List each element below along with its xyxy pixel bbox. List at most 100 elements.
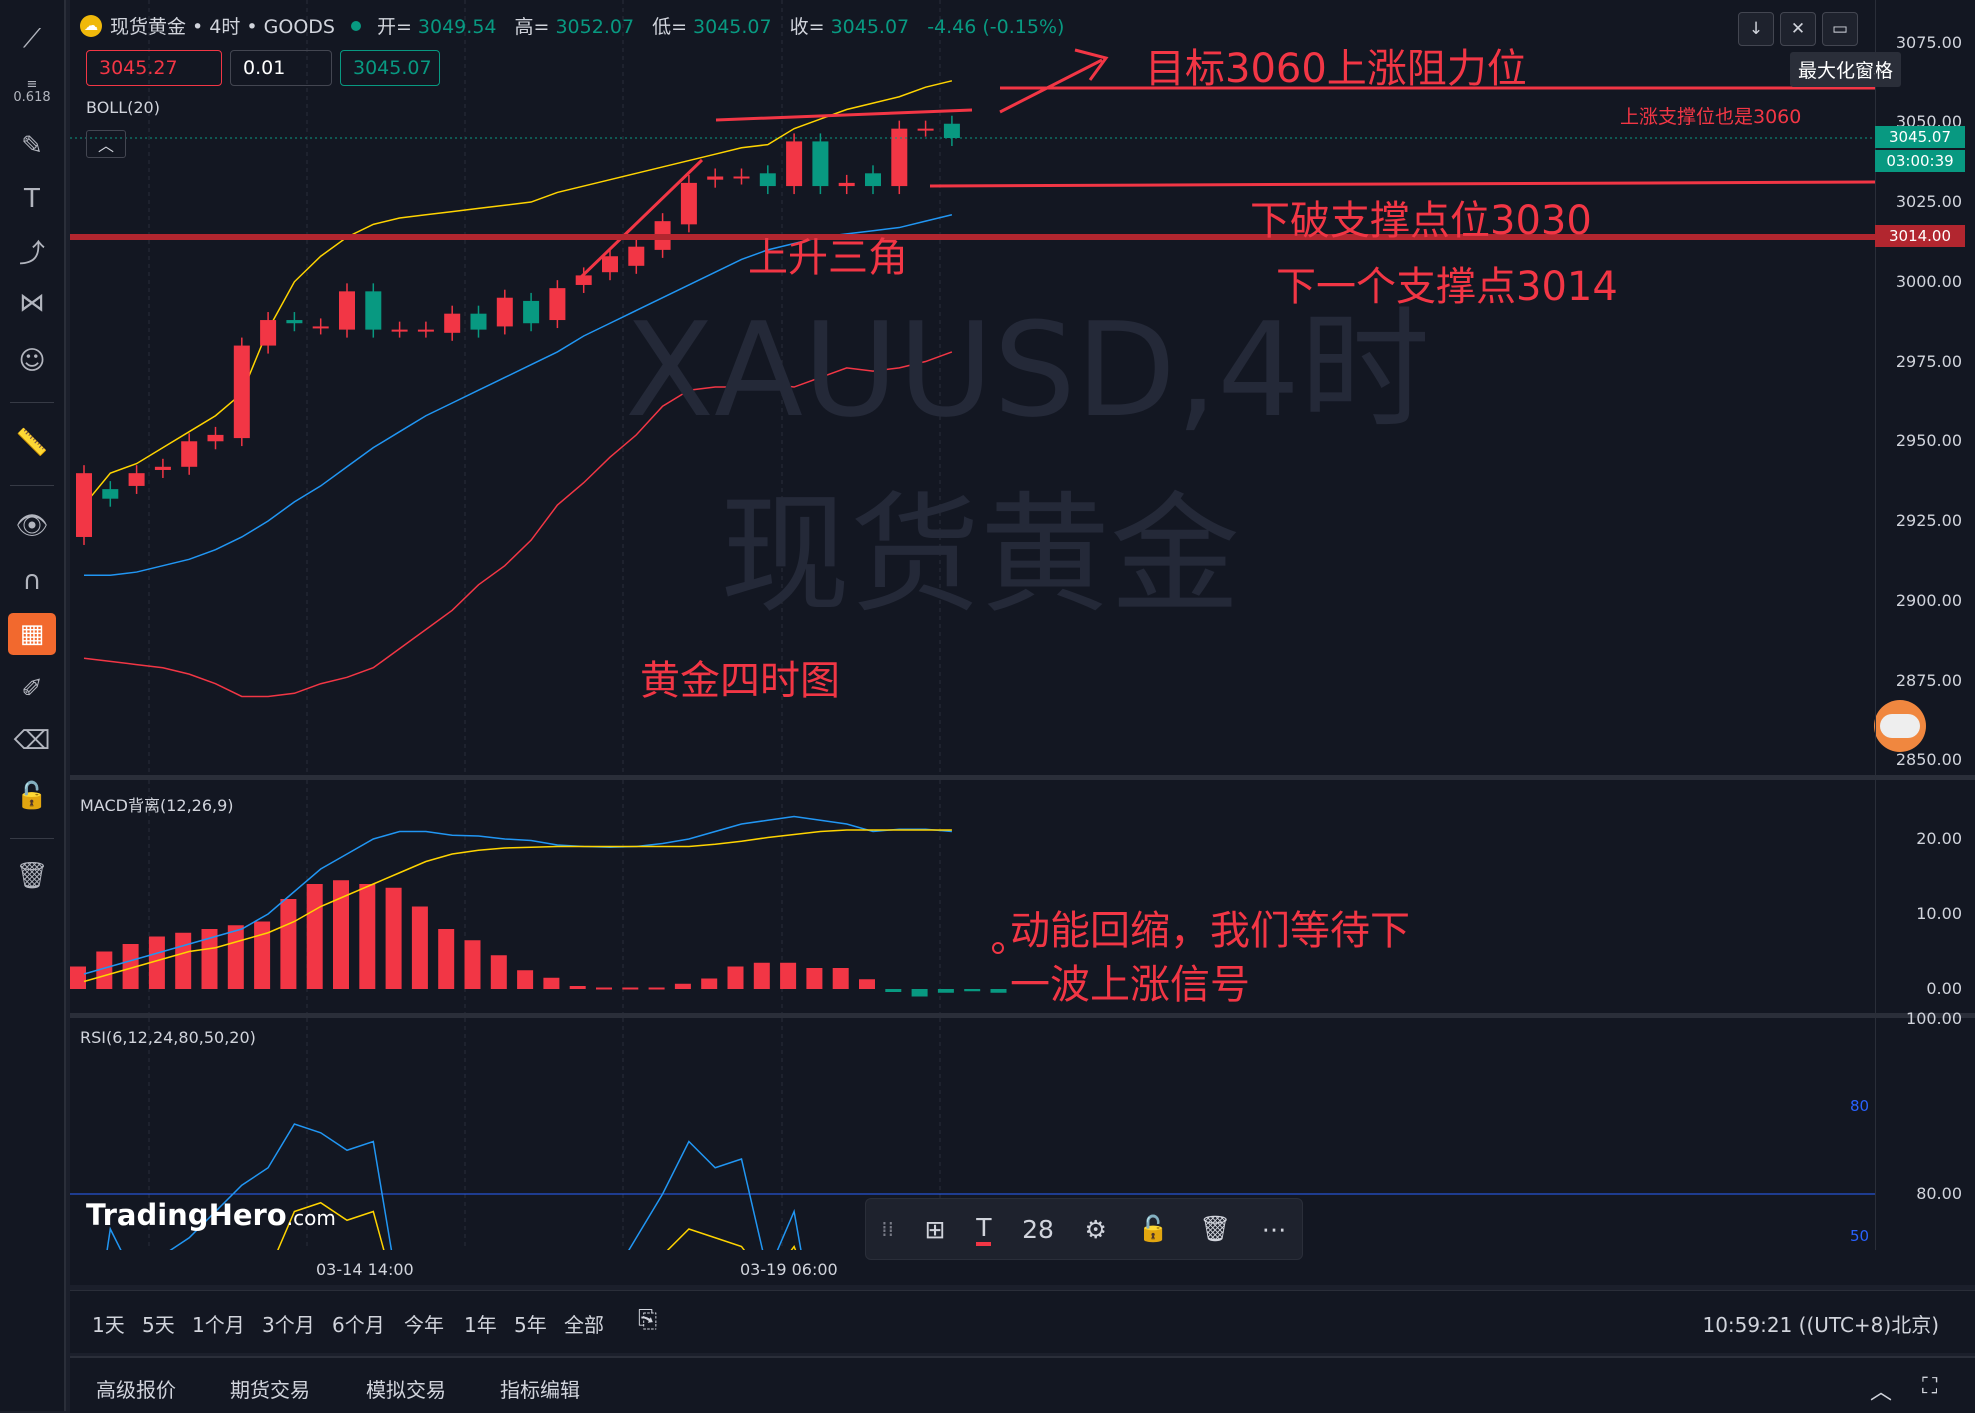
eraser-icon[interactable]: ⌫ (8, 720, 56, 762)
macd-histogram-bar (490, 955, 507, 989)
annotation-macd-note-1[interactable]: 动能回缩，我们等待下 (1010, 898, 1410, 956)
text-anchor-handle[interactable] (992, 942, 1004, 954)
range-5y[interactable]: 5年 (514, 1309, 547, 1338)
pattern-icon[interactable]: ⤴ (8, 230, 56, 272)
buy-price-button[interactable]: 3045.07 (340, 50, 440, 86)
calendar-eye-icon[interactable]: ▦ (8, 613, 56, 655)
tab-indicator-editor[interactable]: 指标编辑 (500, 1374, 580, 1403)
magnet-icon[interactable]: ∩ (8, 560, 56, 602)
brand-watermark: TradingHero.com (86, 1198, 336, 1232)
price-axis-label: 2950.00 (1895, 431, 1962, 451)
move-down-button[interactable]: ↓ (1738, 12, 1774, 46)
rsi-axis-label: 100.00 (1906, 1009, 1962, 1028)
lock-icon[interactable]: 🔓 (8, 775, 56, 817)
xabcd-icon[interactable]: ⋈ (8, 282, 56, 324)
range-1y[interactable]: 1年 (464, 1309, 497, 1338)
open-value: 3049.54 (417, 16, 497, 38)
price-axis-label: 2900.00 (1895, 590, 1962, 610)
emoji-icon[interactable]: ☺ (8, 340, 56, 382)
range-3m[interactable]: 3个月 (262, 1309, 315, 1338)
annotation-triangle[interactable]: 上升三角 (748, 225, 908, 283)
annotation-chart-title[interactable]: 黄金四时图 (640, 648, 840, 706)
macd-histogram-bar (306, 884, 323, 989)
drawing-floating-toolbar: ⁞⁞ ⊞ T 28 ⚙ 🔓 🗑 ⋯ (865, 1198, 1303, 1260)
macd-histogram-bar (464, 940, 481, 989)
annotation-break-support[interactable]: 下破支撑点位3030 (1250, 188, 1592, 246)
drag-handle-icon[interactable]: ⁞⁞ (881, 1217, 894, 1241)
chart-area[interactable]: ☁ 现货黄金 • 4时 • GOODS 开= 3049.54 高= 3052.07 … (70, 0, 1975, 1378)
price-axis-label: 2975.00 (1895, 351, 1962, 371)
annotation-macd-note-2[interactable]: 一波上涨信号 (1010, 952, 1250, 1010)
text-tool-icon[interactable]: T (8, 178, 56, 220)
candle (865, 173, 881, 187)
more-options-icon[interactable]: ⋯ (1262, 1215, 1287, 1244)
annotation-next-support[interactable]: 下一个支撑点3014 (1276, 254, 1618, 312)
maximize-icon: ▭ (1831, 19, 1849, 39)
brand-suffix: .com (286, 1206, 336, 1230)
candle (707, 176, 724, 180)
macd-histogram-bar (385, 887, 402, 989)
range-5d[interactable]: 5天 (142, 1309, 175, 1338)
rsi-indicator-label[interactable]: RSI(6,12,24,80,50,20) (80, 1028, 256, 1047)
range-ytd[interactable]: 今年 (404, 1309, 444, 1338)
tab-futures-trading[interactable]: 期货交易 (230, 1374, 310, 1403)
range-1d[interactable]: 1天 (92, 1309, 125, 1338)
candle-countdown-tag: 03:00:39 (1875, 150, 1965, 172)
range-6m[interactable]: 6个月 (332, 1309, 385, 1338)
sell-price-button[interactable]: 3045.27 (86, 50, 222, 86)
trash-icon[interactable]: 🗑 (8, 855, 56, 897)
candle (391, 329, 408, 332)
goto-date-icon[interactable]: ⎘ (638, 1305, 657, 1333)
template-icon[interactable]: ⊞ (925, 1215, 946, 1244)
symbol-title[interactable]: 现货黄金 • 4时 • GOODS (110, 12, 335, 39)
text-color-icon[interactable]: T (976, 1213, 992, 1246)
delete-icon[interactable]: 🗑 (1199, 1214, 1231, 1244)
maximize-panel-icon[interactable]: ⛶ (1922, 1374, 1937, 1399)
macd-histogram-bar (727, 966, 744, 989)
range-bar: 1天 5天 1个月 3个月 6个月 今年 1年 5年 全部 ⎘ 10:59:21… (70, 1290, 1975, 1353)
macd-pane[interactable] (70, 780, 1875, 1013)
price-axis[interactable]: 3075.00 3050.00 3025.00 3000.00 2975.00 2950.… (1875, 0, 1975, 1378)
macd-histogram-bar (937, 989, 954, 993)
tab-paper-trading[interactable]: 模拟交易 (366, 1374, 446, 1403)
range-all[interactable]: 全部 (564, 1309, 604, 1338)
chevron-up-icon: ︿ (97, 136, 114, 155)
font-size-value[interactable]: 28 (1022, 1215, 1054, 1244)
tab-advanced-quotes[interactable]: 高级报价 (96, 1374, 176, 1403)
trend-line-icon[interactable]: ⟋ (8, 18, 56, 60)
pencil-icon[interactable]: ✎ (8, 125, 56, 167)
settings-gear-icon[interactable]: ⚙ (1085, 1215, 1107, 1244)
macd-histogram-bar (569, 986, 586, 989)
eye-icon[interactable]: 👁 (8, 505, 56, 547)
market-status-dot (351, 20, 361, 31)
range-1m[interactable]: 1个月 (192, 1309, 245, 1338)
macd-histogram-bar (780, 962, 797, 989)
fibonacci-icon[interactable]: ≡ 0.618 (8, 70, 56, 112)
ruler-icon[interactable]: 📏 (8, 422, 56, 464)
macd-indicator-label[interactable]: MACD背离(12,26,9) (80, 792, 234, 816)
annotation-target[interactable]: 目标3060上涨阻力位 (1145, 36, 1527, 94)
boll-indicator-label[interactable]: BOLL(20) (86, 98, 160, 117)
lock-drawing-icon[interactable]: ✐ (8, 668, 56, 710)
candle (496, 297, 513, 327)
candle (680, 182, 697, 225)
macd-histogram-bar (701, 978, 718, 989)
collapse-pane-button[interactable]: ✕ (1780, 12, 1816, 46)
candle (470, 313, 487, 330)
candle (286, 320, 303, 324)
candle (759, 173, 776, 187)
price-axis-label: 3075.00 (1895, 32, 1962, 52)
macd-histogram-bar (859, 979, 875, 989)
quantity-input[interactable]: 0.01 (230, 50, 332, 86)
unlock-icon[interactable]: 🔓 (1138, 1214, 1169, 1244)
maximize-pane-button[interactable]: ▭ (1822, 12, 1858, 46)
candle (260, 320, 277, 346)
annotation-support-also[interactable]: 上涨支撑位也是3060 (1620, 102, 1801, 129)
close-label: 收= (789, 16, 825, 38)
chevron-up-icon[interactable]: ︿ (1870, 1374, 1892, 1406)
macd-axis-label: 20.00 (1916, 829, 1962, 848)
change-value: -4.46 (-0.15%) (927, 16, 1065, 38)
collapse-indicators-button[interactable]: ︿ (86, 130, 126, 158)
timezone-clock[interactable]: 10:59:21 ((UTC+8)北京) (1702, 1309, 1939, 1338)
macd-histogram-bar (648, 987, 665, 990)
